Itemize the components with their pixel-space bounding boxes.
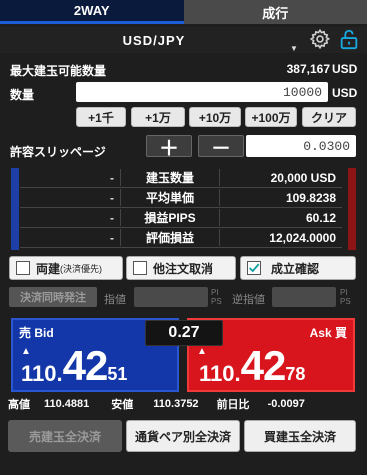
high-value: 110.4881 xyxy=(44,398,90,410)
qty-add-1k-button[interactable]: +1千 xyxy=(76,107,126,127)
info-row-qty: - 建玉数量 20,000 USD xyxy=(20,168,342,188)
cancel-other-orders-label: 他注文取消 xyxy=(153,261,214,276)
gear-icon[interactable] xyxy=(309,28,331,50)
ask-price-pip: 78 xyxy=(285,364,306,384)
low-value: 110.3752 xyxy=(153,398,199,410)
bid-label: 売 Bid xyxy=(19,326,54,340)
info-label: 平均単価 xyxy=(120,189,220,206)
qty-add-100k-button[interactable]: +10万 xyxy=(189,107,241,127)
limit-input[interactable] xyxy=(134,287,208,307)
stop-pips-label: PI PS xyxy=(340,288,351,306)
position-info-table: - 建玉数量 20,000 USD - 平均単価 109.8238 - 損益PI… xyxy=(20,168,342,248)
max-qty-unit: USD xyxy=(332,62,358,76)
close-all-pair-button[interactable]: 通貨ペア別全決済 xyxy=(126,420,240,452)
lock-open-icon[interactable] xyxy=(338,28,360,50)
qty-add-10k-button[interactable]: +1万 xyxy=(131,107,185,127)
fill-confirm-checkbox[interactable]: 成立確認 xyxy=(240,256,356,280)
order-type-tabs: 2WAY 成行 xyxy=(0,0,367,24)
limit-pips-label: PI PS xyxy=(211,288,222,306)
both-sides-label: 両建 xyxy=(36,261,61,276)
info-ask-value: 60.12 xyxy=(305,210,336,225)
info-row-pips: - 損益PIPS 60.12 xyxy=(20,208,342,228)
qty-unit: USD xyxy=(332,86,358,100)
low-label: 安値 xyxy=(111,399,134,411)
ask-label: Ask 買 xyxy=(309,326,347,340)
stop-label: 逆指値 xyxy=(232,294,265,306)
currency-pair-select[interactable]: USD/JPY xyxy=(4,27,304,53)
info-bid-value: - xyxy=(110,210,114,225)
close-all-sell-button[interactable]: 売建玉全決済 xyxy=(8,420,122,452)
change-value: -0.0097 xyxy=(267,398,305,410)
dropdown-caret-icon: ▼ xyxy=(290,44,298,53)
info-label: 評価損益 xyxy=(120,229,220,246)
max-qty-label: 最大建玉可能数量 xyxy=(10,64,107,78)
price-stats: 高値 110.4881 安値 110.3752 前日比 -0.0097 xyxy=(8,396,364,412)
close-all-buy-button[interactable]: 買建玉全決済 xyxy=(244,420,356,452)
info-bid-value: - xyxy=(110,190,114,205)
qty-clear-button[interactable]: クリア xyxy=(302,107,356,127)
info-row-avg-price: - 平均単価 109.8238 xyxy=(20,188,342,208)
checkbox-icon xyxy=(16,261,30,275)
ask-price-big: 42 xyxy=(240,342,287,389)
checkbox-icon xyxy=(133,261,147,275)
checkmark-icon xyxy=(247,261,261,275)
slippage-plus-button[interactable]: ＋ xyxy=(146,135,192,160)
high-label: 高値 xyxy=(8,399,30,411)
tab-market-order[interactable]: 成行 xyxy=(183,0,367,24)
stop-input[interactable] xyxy=(272,287,336,307)
change-label: 前日比 xyxy=(216,399,250,411)
limit-label: 指値 xyxy=(104,294,126,306)
slippage-minus-button[interactable]: － xyxy=(198,135,244,160)
info-bid-value: - xyxy=(110,230,114,245)
slippage-label: 許容スリッページ xyxy=(10,145,106,159)
info-label: 建玉数量 xyxy=(120,169,220,186)
bid-position-bar xyxy=(11,168,19,250)
ask-position-bar xyxy=(348,168,356,250)
info-bid-value: - xyxy=(110,170,114,185)
both-sides-sublabel: (決済優先) xyxy=(60,263,103,274)
ask-price-small: 110. xyxy=(199,361,241,386)
tab-2way[interactable]: 2WAY xyxy=(0,0,184,24)
slippage-input[interactable]: 0.0300 xyxy=(246,135,356,157)
ask-price: 110.4278 xyxy=(199,342,305,390)
bid-price-small: 110. xyxy=(21,361,63,386)
info-ask-value: 20,000 USD xyxy=(270,170,336,185)
bid-price-big: 42 xyxy=(62,342,109,389)
qty-label: 数量 xyxy=(10,88,35,102)
bid-price-pip: 51 xyxy=(107,364,128,384)
qty-input[interactable]: 10000 xyxy=(76,82,328,102)
qty-add-1m-button[interactable]: +100万 xyxy=(245,107,297,127)
info-row-pnl: - 評価損益 12,024.0000 xyxy=(20,228,342,248)
simultaneous-order-button[interactable]: 決済同時発注 xyxy=(9,287,97,307)
cancel-other-orders-checkbox[interactable]: 他注文取消 xyxy=(126,256,236,280)
both-sides-checkbox[interactable]: 両建 (決済優先) xyxy=(9,256,123,280)
spread-value: 0.27 xyxy=(145,320,223,346)
fill-confirm-label: 成立確認 xyxy=(271,261,320,276)
max-qty-value: 387,167 xyxy=(286,62,330,76)
bid-price: 110.4251 xyxy=(21,342,127,390)
info-ask-value: 12,024.0000 xyxy=(269,230,336,245)
info-label: 損益PIPS xyxy=(120,209,220,226)
info-ask-value: 109.8238 xyxy=(285,190,336,205)
